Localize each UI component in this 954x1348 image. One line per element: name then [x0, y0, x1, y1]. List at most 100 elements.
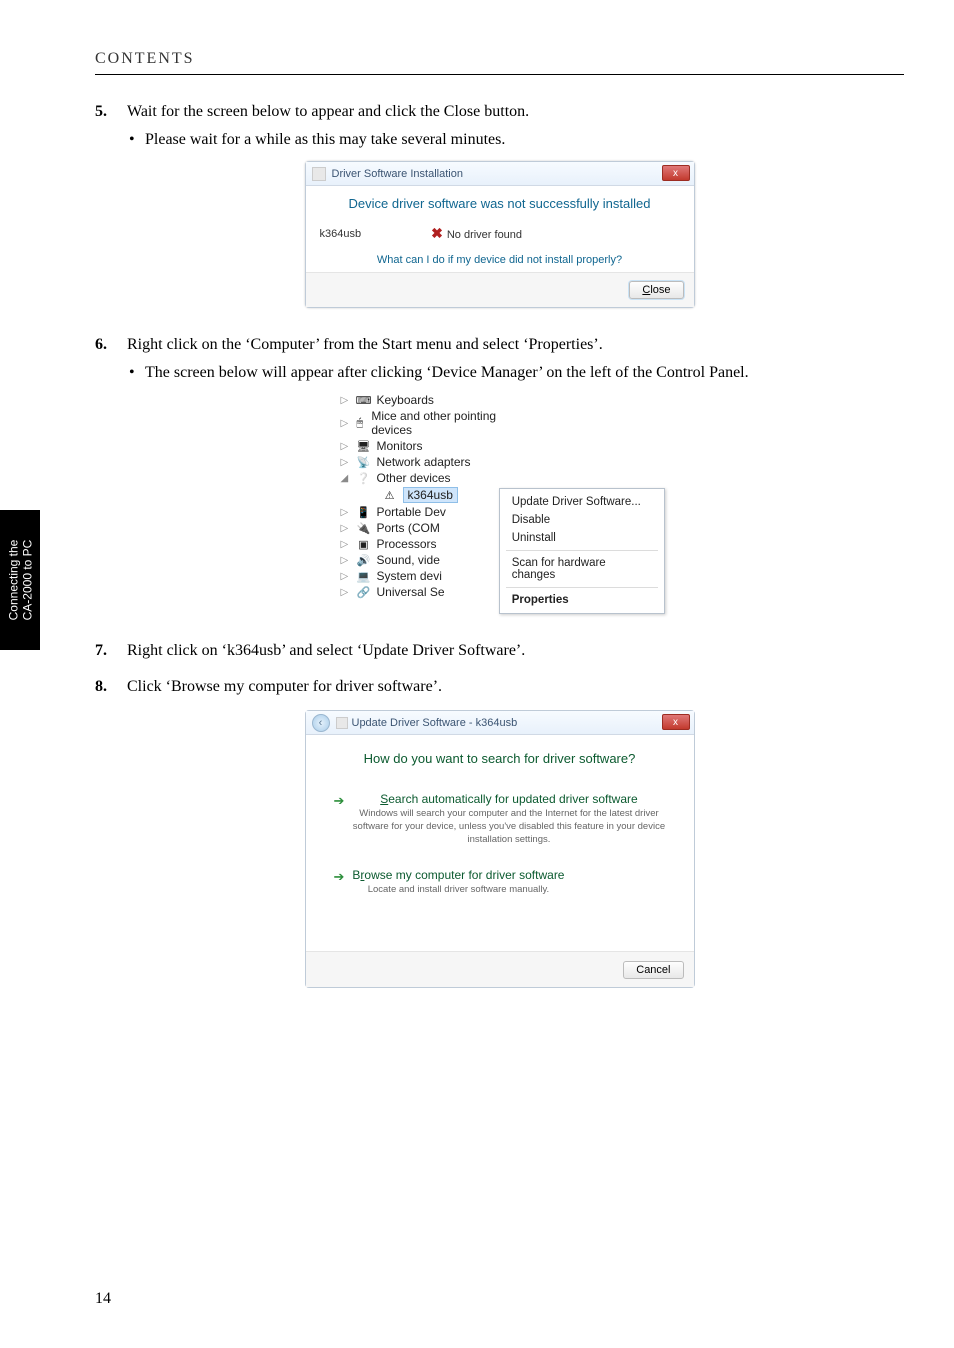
node-processors[interactable]: ▷▣Processors [335, 536, 504, 552]
expand-icon: ▷ [341, 418, 349, 429]
system-icon: 💻 [357, 570, 371, 582]
dialog2-title: Update Driver Software - k364usb [352, 717, 518, 729]
step-5-number: 5. [95, 103, 115, 121]
header-rule [95, 74, 904, 75]
option-browse[interactable]: ➔ Browse my computer for driver software… [330, 860, 670, 911]
usb-icon: 🔗 [357, 586, 371, 598]
node-monitors[interactable]: ▷🖥Monitors [335, 438, 504, 454]
expand-icon: ▷ [341, 441, 351, 452]
menu-scan[interactable]: Scan for hardware changes [502, 554, 662, 584]
step-5: 5. Wait for the screen below to appear a… [95, 103, 904, 121]
menu-separator [506, 550, 658, 551]
expand-icon: ▷ [341, 571, 351, 582]
device-row: k364usb ✖No driver found [320, 225, 680, 242]
step-6-text: Right click on the ‘Computer’ from the S… [127, 336, 603, 354]
network-icon: 📡 [357, 456, 371, 468]
node-usb[interactable]: ▷ 🔗 Universal Se [335, 584, 504, 600]
cpu-icon: ▣ [357, 538, 371, 550]
dialog-body: Device driver software was not successfu… [306, 186, 694, 272]
node-label: System devi [377, 569, 442, 583]
expand-icon: ▷ [341, 555, 351, 566]
error-icon: ✖ [431, 225, 443, 241]
step-6-bullet: • The screen below will appear after cli… [129, 364, 904, 382]
opt1-rest: earch automatically for updated driver s… [388, 792, 637, 806]
close-button[interactable]: x [662, 165, 690, 181]
expand-icon: ▷ [341, 457, 351, 468]
portable-icon: 📱 [357, 506, 371, 518]
close-button[interactable]: x [662, 714, 690, 730]
node-sound[interactable]: ▷ 🔊 Sound, vide [335, 552, 504, 568]
option1-desc: Windows will search your computer and th… [352, 808, 665, 846]
device-tree: ▷ ⌨ Keyboards ▷🖱Mice and other pointing de… [335, 392, 504, 614]
menu-properties[interactable]: Properties [502, 591, 662, 609]
node-label: Universal Se [377, 585, 445, 599]
bullet-dot: • [129, 364, 135, 382]
menu-disable[interactable]: Disable [502, 511, 662, 529]
node-label: Keyboards [377, 393, 434, 407]
step-5-text: Wait for the screen below to appear and … [127, 103, 529, 121]
node-label: Other devices [377, 471, 451, 485]
keyboard-icon: ⌨ [357, 394, 371, 406]
selected-node: k364usb [403, 487, 458, 503]
node-portable[interactable]: ▷📱Portable Dev [335, 504, 504, 520]
port-icon: 🔌 [357, 522, 371, 534]
dialog2-titlebar: ‹ Update Driver Software - k364usb x [306, 711, 694, 735]
node-other[interactable]: ◢ ❔ Other devices [335, 470, 504, 486]
step-8: 8. Click ‘Browse my computer for driver … [95, 678, 904, 696]
node-k364usb[interactable]: ⚠ k364usb [335, 486, 504, 504]
device-name: k364usb [320, 228, 362, 240]
menu-separator [506, 587, 658, 588]
side-tab-text: Connecting the CA-2000 to PC [6, 540, 34, 621]
step-6: 6. Right click on the ‘Computer’ from th… [95, 336, 904, 354]
help-link[interactable]: What can I do if my device did not insta… [320, 254, 680, 266]
page-number: 14 [95, 1290, 111, 1308]
node-label: Sound, vide [377, 553, 440, 567]
expand-icon: ▷ [341, 539, 351, 550]
expand-icon: ▷ [341, 523, 351, 534]
dialog-title: Driver Software Installation [332, 168, 463, 180]
close-dialog-button[interactable]: Close [629, 281, 683, 299]
step-6-bullet-text: The screen below will appear after click… [145, 364, 749, 382]
bullet-dot: • [129, 131, 135, 149]
collapse-icon: ◢ [341, 473, 351, 484]
context-menu: Update Driver Software... Disable Uninst… [499, 488, 665, 614]
node-keyboards[interactable]: ▷ ⌨ Keyboards [335, 392, 504, 408]
node-system[interactable]: ▷ 💻 System devi [335, 568, 504, 584]
option-auto-search[interactable]: ➔ Search automatically for updated drive… [330, 784, 670, 860]
side-tab: Connecting the CA-2000 to PC [0, 510, 40, 650]
cancel-button[interactable]: Cancel [623, 961, 683, 979]
node-mice[interactable]: ▷🖱Mice and other pointing devices [335, 408, 504, 438]
monitor-icon: 🖥 [357, 440, 371, 452]
expand-icon: ▷ [341, 507, 351, 518]
warning-icon: ⚠ [383, 489, 397, 501]
header-title: CONTENTS [95, 50, 904, 68]
menu-update-driver[interactable]: Update Driver Software... [502, 493, 662, 511]
menu-uninstall[interactable]: Uninstall [502, 529, 662, 547]
sound-icon: 🔊 [357, 554, 371, 566]
step-5-bullet: • Please wait for a while as this may ta… [129, 131, 904, 149]
step-7: 7. Right click on ‘k364usb’ and select ‘… [95, 642, 904, 660]
page-content: CONTENTS 5. Wait for the screen below to… [0, 0, 954, 1018]
step-7-number: 7. [95, 642, 115, 660]
step-7-text: Right click on ‘k364usb’ and select ‘Upd… [127, 642, 525, 660]
other-icon: ❔ [357, 472, 371, 484]
dialog-titlebar: Driver Software Installation x [306, 162, 694, 186]
node-network[interactable]: ▷📡Network adapters [335, 454, 504, 470]
node-label: Ports (COM [377, 521, 440, 535]
device-status: ✖No driver found [431, 225, 522, 242]
dialog2-footer: Cancel [306, 951, 694, 987]
update-driver-dialog: ‹ Update Driver Software - k364usb x How… [305, 708, 695, 988]
dialog2-question: How do you want to search for driver sof… [330, 751, 670, 766]
dialog2-body: How do you want to search for driver sof… [306, 735, 694, 951]
side-tab-line2: CA-2000 to PC [20, 540, 34, 621]
option2-desc: Locate and install driver software manua… [352, 884, 564, 897]
expand-icon: ▷ [341, 587, 351, 598]
step-5-bullet-text: Please wait for a while as this may take… [145, 131, 505, 149]
expand-icon: ▷ [341, 395, 351, 406]
node-ports[interactable]: ▷ 🔌 Ports (COM [335, 520, 504, 536]
close-rest: lose [650, 284, 670, 296]
device-manager-snippet: ▷ ⌨ Keyboards ▷🖱Mice and other pointing de… [335, 392, 665, 614]
close-icon: x [673, 717, 678, 728]
back-button[interactable]: ‹ [312, 714, 330, 732]
dialog2-icon [336, 717, 348, 729]
